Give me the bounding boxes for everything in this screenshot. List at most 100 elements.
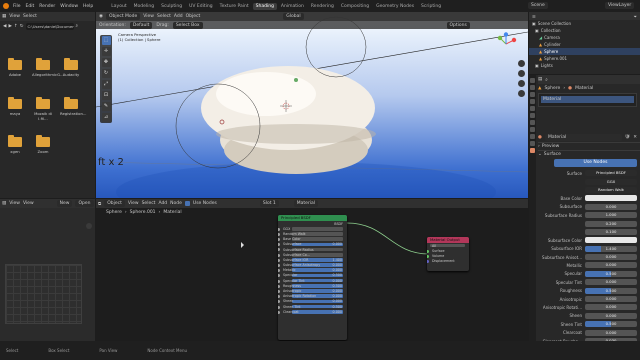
folder-item[interactable]: maya	[4, 97, 26, 116]
search-icon[interactable]: ⌕	[545, 77, 548, 83]
outliner-item-sphere-001[interactable]: ▲ Sphere.001	[529, 55, 640, 62]
material-name-field[interactable]: Material	[544, 134, 622, 141]
property-value-field[interactable]: 0.000	[585, 296, 637, 303]
menu-view[interactable]: View	[9, 201, 20, 206]
annotate-icon[interactable]: ✎	[101, 102, 111, 111]
property-value-field[interactable]	[585, 195, 637, 202]
search-icon[interactable]: ⌕	[76, 23, 79, 29]
menu-view[interactable]: View	[9, 14, 20, 19]
grid-icon[interactable]	[518, 90, 525, 97]
editor-type-icon[interactable]: ▦	[2, 14, 6, 19]
constraints-tab-icon[interactable]	[530, 134, 535, 139]
transform-icon[interactable]: ⊡	[101, 91, 111, 100]
outliner-item-sphere[interactable]: ▲ Sphere	[529, 48, 640, 55]
rotate-icon[interactable]: ↻	[101, 69, 111, 78]
folder-item[interactable]: Adobe	[4, 58, 26, 77]
tab-layout[interactable]: Layout	[108, 3, 129, 10]
preview-panel[interactable]: › Preview	[538, 142, 640, 150]
surface-panel[interactable]: ⌄ Surface	[538, 150, 640, 158]
distribution-dropdown[interactable]: GGX	[585, 178, 637, 185]
tab-compositing[interactable]: Compositing	[338, 3, 372, 10]
menu-view-2[interactable]: View	[23, 201, 34, 206]
move-icon[interactable]: ✥	[101, 58, 111, 67]
tab-rendering[interactable]: Rendering	[308, 3, 337, 10]
camera-icon[interactable]	[518, 80, 525, 87]
bsdf-input-row[interactable]: Clearcoat 0.000	[278, 309, 347, 314]
3d-viewport[interactable]: ◉ Object Mode View Select Add Object Glo…	[96, 12, 528, 198]
scene-selector[interactable]: Scene	[528, 2, 548, 9]
render-tab-icon[interactable]	[530, 85, 535, 90]
property-value-field[interactable]: 0.500	[585, 321, 637, 328]
property-value-field[interactable]: 0.500	[585, 287, 637, 294]
editor-type-icon[interactable]: ▤	[538, 77, 542, 82]
tab-sculpting[interactable]: Sculpting	[158, 3, 185, 10]
open-image-button[interactable]: Open	[75, 200, 94, 207]
modifier-tab-icon[interactable]	[530, 120, 535, 125]
menu-help[interactable]: Help	[83, 4, 93, 9]
menu-edit[interactable]: Edit	[26, 4, 35, 9]
pan-hand-icon[interactable]	[518, 70, 525, 77]
close-icon[interactable]: ✕	[633, 135, 637, 140]
outliner-item-collection[interactable]: ▣ Collection	[529, 27, 640, 34]
blender-logo-icon[interactable]	[3, 3, 9, 9]
tab-scripting[interactable]: Scripting	[418, 3, 444, 10]
property-value-field[interactable]: 0.000	[585, 279, 637, 286]
property-value-field[interactable]: 0.000	[585, 203, 637, 210]
folder-item[interactable]: Mozaik di I.fil...	[32, 97, 54, 121]
scale-icon[interactable]: ⤢	[101, 80, 111, 89]
property-value-field[interactable]: 1.400	[585, 245, 637, 252]
property-value-field[interactable]: 1.000	[585, 212, 637, 219]
property-value-field[interactable]: 0.000	[585, 262, 637, 269]
tab-texture-paint[interactable]: Texture Paint	[217, 3, 252, 10]
folder-item[interactable]: Registration...	[60, 97, 87, 116]
scene-tab-icon[interactable]	[530, 99, 535, 104]
tab-shading[interactable]: Shading	[252, 2, 277, 10]
menu-render[interactable]: Render	[39, 4, 55, 9]
refresh-icon[interactable]: ↻	[20, 24, 24, 29]
material-slot-list[interactable]: Material	[538, 93, 637, 107]
parent-folder-icon[interactable]: ↑	[14, 24, 18, 29]
use-nodes-button[interactable]: Use Nodes	[554, 159, 637, 167]
menu-select[interactable]: Select	[23, 14, 37, 19]
material-tab-icon[interactable]	[530, 148, 535, 153]
folder-item[interactable]: AllegorithmicG...	[32, 58, 64, 77]
principled-bsdf-node[interactable]: Principled BSDF BSDF GGX Random Walk Base …	[278, 215, 347, 340]
folder-item[interactable]: xgen	[4, 135, 26, 154]
property-value-field[interactable]: 0.000	[585, 312, 637, 319]
folder-item[interactable]: Audacity	[60, 58, 82, 77]
editor-type-icon[interactable]: ▧	[2, 201, 6, 206]
folder-item[interactable]: Zoom	[32, 135, 54, 154]
tab-modeling[interactable]: Modeling	[131, 3, 157, 10]
tool-tab-icon[interactable]	[530, 78, 535, 83]
property-value-field[interactable]: 0.000	[585, 254, 637, 261]
new-image-button[interactable]: New	[56, 200, 73, 207]
fake-user-icon[interactable]: 🛡	[625, 135, 631, 140]
material-slot[interactable]: Material	[541, 96, 634, 103]
view-layer-selector[interactable]: ViewLayer	[605, 2, 635, 9]
cursor-icon[interactable]: ✛	[101, 47, 111, 56]
tab-uv-editing[interactable]: UV Editing	[186, 3, 215, 10]
path-field[interactable]: C:\Users\danie\Documents\	[25, 22, 74, 30]
subsurface-method-dropdown[interactable]: Random Walk	[585, 186, 637, 193]
image-editor[interactable]: ▧ View View New Open	[0, 199, 95, 341]
property-value-field[interactable]: 0.500	[585, 270, 637, 277]
zoom-icon[interactable]	[518, 60, 525, 67]
property-value-field[interactable]: 0.100	[585, 228, 637, 235]
outliner-item-scene-collection[interactable]: ▣ Scene Collection	[529, 20, 640, 27]
tab-geometry-nodes[interactable]: Geometry Nodes	[373, 3, 417, 10]
forward-icon[interactable]: ▶	[8, 24, 11, 29]
outliner-item-camera[interactable]: ◢ Camera	[529, 34, 640, 41]
property-value-field[interactable]: 0.000	[585, 329, 637, 336]
filter-icon[interactable]: ⏷	[634, 14, 637, 19]
tab-animation[interactable]: Animation	[278, 3, 307, 10]
menu-window[interactable]: Window	[60, 4, 78, 9]
output-tab-icon[interactable]	[530, 92, 535, 97]
shader-node-editor[interactable]: ⧉ Object View Select Add Node Use Nodes …	[96, 199, 528, 341]
property-value-field[interactable]: 0.200	[585, 220, 637, 227]
back-icon[interactable]: ◀	[3, 24, 6, 29]
material-output-node[interactable]: Material Output All Surface Volume Displ…	[427, 237, 469, 271]
object-tab-icon[interactable]	[530, 113, 535, 118]
zoom-icon[interactable]	[86, 223, 92, 229]
menu-file[interactable]: File	[13, 4, 21, 9]
outliner-item-lights[interactable]: ▣ Lights	[529, 62, 640, 69]
